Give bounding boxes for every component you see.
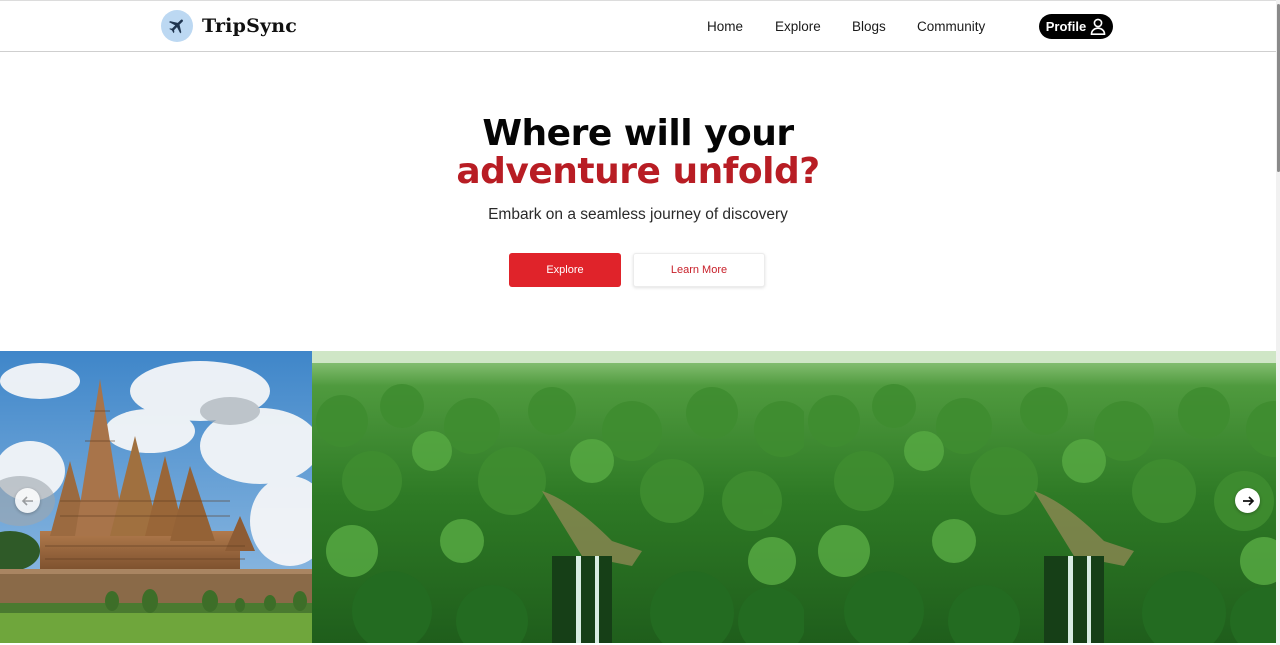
learn-more-button[interactable]: Learn More [633,253,765,287]
hero-title-line1: Where will your [482,113,794,154]
temple-image [0,351,312,643]
hero-title-line2: adventure unfold? [456,151,820,192]
arrow-right-icon [1242,495,1254,506]
brand-name: TripSync [202,15,298,37]
nav-blogs[interactable]: Blogs [852,19,886,34]
profile-button[interactable]: Profile [1039,14,1113,39]
carousel-next-button[interactable] [1235,488,1260,513]
navbar: TripSync Home Explore Blogs Community Pr… [0,0,1276,52]
arrow-left-icon [21,495,33,506]
user-icon [1090,18,1106,35]
profile-label: Profile [1045,19,1087,34]
nav-home[interactable]: Home [707,19,743,34]
brand-logo[interactable]: TripSync [161,10,297,42]
forest-waterfall-image [312,351,804,643]
nav-explore[interactable]: Explore [775,19,821,34]
forest-waterfall-image [804,351,1276,643]
hero-subtitle: Embark on a seamless journey of discover… [488,206,788,223]
image-carousel [0,351,1276,643]
nav-community[interactable]: Community [917,19,985,34]
explore-button[interactable]: Explore [509,253,621,287]
carousel-prev-button[interactable] [15,488,40,513]
airplane-icon [161,10,193,42]
